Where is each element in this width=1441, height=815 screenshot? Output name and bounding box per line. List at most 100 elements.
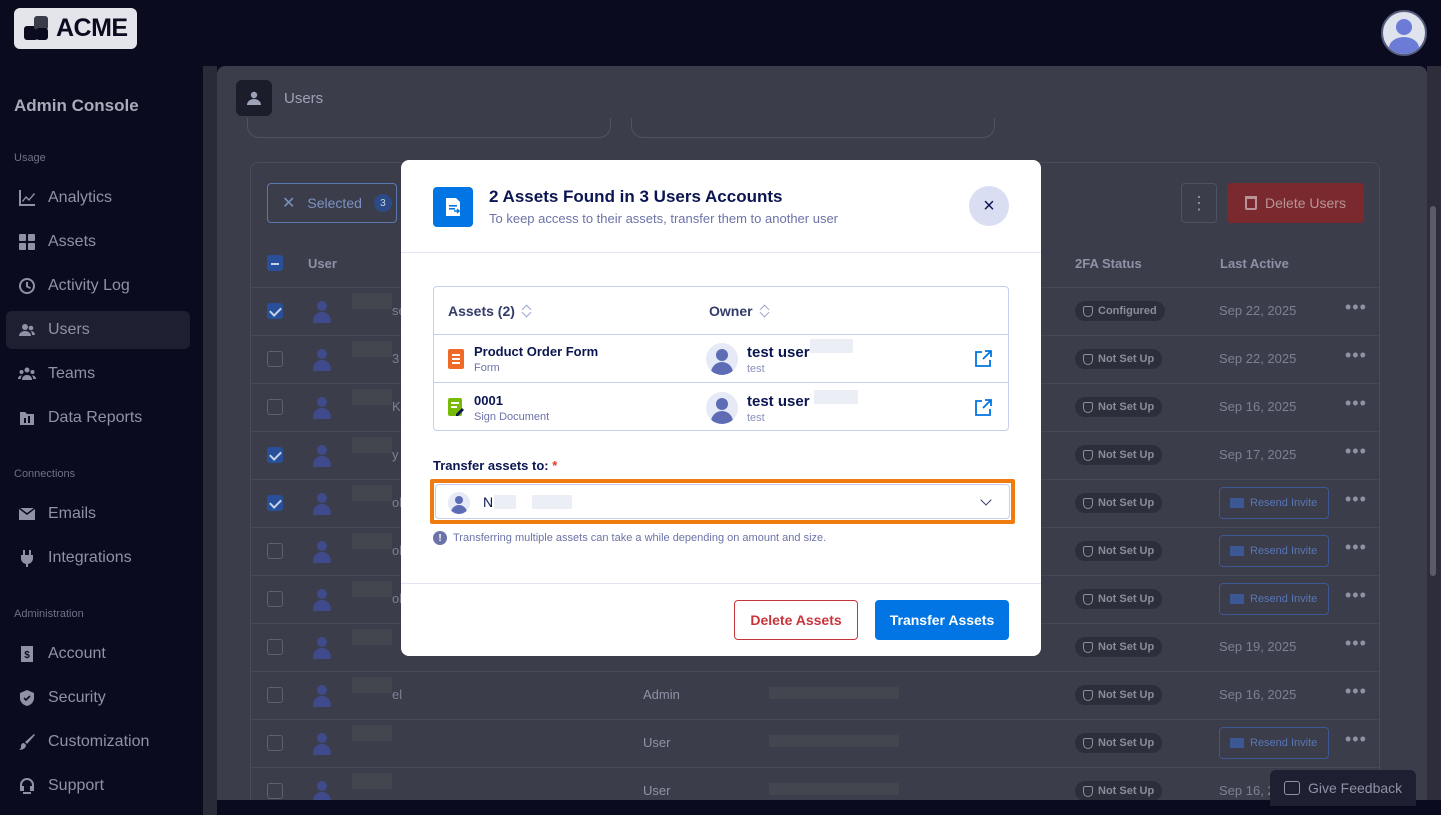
owner-avatar <box>706 392 738 424</box>
2fa-status-badge: Not Set Up <box>1075 589 1163 609</box>
acme-logo[interactable]: ACME <box>14 8 137 49</box>
sidebar-item-assets[interactable]: Assets <box>6 223 190 261</box>
sidebar-item-label: Account <box>48 645 106 662</box>
2fa-status-text: Not Set Up <box>1098 689 1155 701</box>
sidebar-item-security[interactable]: Security <box>6 679 190 717</box>
row-actions-button[interactable]: ••• <box>1345 441 1367 462</box>
row-actions-button[interactable]: ••• <box>1345 681 1367 702</box>
2fa-status-badge: Not Set Up <box>1075 493 1163 513</box>
row-actions-button[interactable]: ••• <box>1345 633 1367 654</box>
sidebar-title: Admin Console <box>14 96 139 115</box>
profile-avatar[interactable] <box>1381 10 1427 56</box>
filter-select[interactable] <box>631 118 995 138</box>
row-actions-button[interactable]: ••• <box>1345 345 1367 366</box>
sidebar-item-emails[interactable]: Emails <box>6 495 190 533</box>
clock-icon <box>19 278 35 294</box>
shield-icon <box>1083 785 1093 797</box>
give-feedback-button[interactable]: Give Feedback <box>1270 770 1416 806</box>
owner-username: test <box>747 412 765 424</box>
user-avatar <box>311 732 333 755</box>
users-icon <box>19 324 35 336</box>
selected-filter-button[interactable]: ✕ Selected 3 <box>267 183 397 223</box>
filter-input[interactable] <box>247 118 611 138</box>
sidebar-item-teams[interactable]: Teams <box>6 355 190 393</box>
scrollbar-thumb[interactable] <box>1430 206 1436 576</box>
transfer-label: Transfer assets to: * <box>433 458 557 473</box>
sidebar-item-customization[interactable]: Customization <box>6 723 190 761</box>
last-active-date: Sep 22, 2025 <box>1219 351 1297 366</box>
2fa-status-text: Not Set Up <box>1098 449 1155 461</box>
2fa-status-text: Not Set Up <box>1098 545 1155 557</box>
owner-column-header[interactable]: Owner <box>709 303 769 319</box>
row-checkbox[interactable] <box>267 351 283 367</box>
sidebar-scrollbar[interactable] <box>203 66 217 815</box>
row-actions-button[interactable]: ••• <box>1345 489 1367 510</box>
transfer-assets-button[interactable]: Transfer Assets <box>875 600 1009 640</box>
last-active-date: Sep 16, 2 <box>1219 783 1275 798</box>
delete-assets-button[interactable]: Delete Assets <box>734 600 858 640</box>
row-checkbox[interactable] <box>267 735 283 751</box>
row-actions-button[interactable]: ••• <box>1345 297 1367 318</box>
report-icon <box>20 412 34 425</box>
row-checkbox[interactable] <box>267 447 283 463</box>
select-all-checkbox[interactable] <box>267 255 283 271</box>
sidebar-section-connections: Connections <box>14 468 76 480</box>
row-checkbox[interactable] <box>267 495 283 511</box>
user-avatar <box>311 540 333 563</box>
sidebar-item-data-reports[interactable]: Data Reports <box>6 399 190 437</box>
2fa-status-text: Not Set Up <box>1098 401 1155 413</box>
row-checkbox[interactable] <box>267 303 283 319</box>
close-icon: ✕ <box>282 195 296 212</box>
shield-icon <box>1083 641 1093 653</box>
chevron-down-icon <box>980 494 992 506</box>
resend-invite-button[interactable]: Resend Invite <box>1219 535 1329 567</box>
row-checkbox[interactable] <box>267 591 283 607</box>
2fa-status-badge: Not Set Up <box>1075 685 1163 705</box>
main-scrollbar[interactable] <box>1427 66 1441 800</box>
user-avatar <box>311 300 333 323</box>
last-active-date: Sep 19, 2025 <box>1219 639 1297 654</box>
transfer-user-select[interactable]: N G <box>435 484 1010 519</box>
more-options-button[interactable]: ⋮ <box>1181 183 1217 223</box>
owner-name: test user <box>747 393 810 410</box>
modal-footer-divider <box>401 583 1041 584</box>
row-actions-button[interactable]: ••• <box>1345 393 1367 414</box>
owner-username: test <box>747 363 765 375</box>
selected-label: Selected <box>307 195 362 211</box>
row-checkbox[interactable] <box>267 783 283 799</box>
shield-icon <box>20 690 34 706</box>
resend-invite-button[interactable]: Resend Invite <box>1219 487 1329 519</box>
envelope-icon <box>1230 594 1244 604</box>
row-checkbox[interactable] <box>267 687 283 703</box>
open-external-icon[interactable] <box>974 399 992 417</box>
sidebar-item-account[interactable]: $ Account <box>6 635 190 673</box>
sidebar-item-label: Users <box>48 321 90 338</box>
row-checkbox[interactable] <box>267 399 283 415</box>
assets-column-header[interactable]: Assets (2) <box>448 303 531 319</box>
team-icon <box>18 367 36 380</box>
row-actions-button[interactable]: ••• <box>1345 729 1367 750</box>
sidebar-item-analytics[interactable]: Analytics <box>6 179 190 217</box>
user-avatar <box>311 396 333 419</box>
sidebar-item-activity-log[interactable]: Activity Log <box>6 267 190 305</box>
2fa-status-text: Not Set Up <box>1098 641 1155 653</box>
row-actions-button[interactable]: ••• <box>1345 585 1367 606</box>
column-header-last-active[interactable]: Last Active <box>1220 256 1289 271</box>
column-header-user[interactable]: User <box>308 256 337 271</box>
column-header-2fa[interactable]: 2FA Status <box>1075 256 1142 271</box>
open-external-icon[interactable] <box>974 350 992 368</box>
delete-users-button[interactable]: Delete Users <box>1227 183 1364 223</box>
resend-invite-button[interactable]: Resend Invite <box>1219 583 1329 615</box>
user-avatar <box>311 492 333 515</box>
sidebar-item-support[interactable]: Support <box>6 767 190 805</box>
sidebar-item-users[interactable]: Users <box>6 311 190 349</box>
resend-invite-button[interactable]: Resend Invite <box>1219 727 1329 759</box>
row-actions-button[interactable]: ••• <box>1345 537 1367 558</box>
svg-text:$: $ <box>24 650 30 661</box>
close-modal-button[interactable]: × <box>969 186 1009 226</box>
user-avatar <box>311 636 333 659</box>
row-checkbox[interactable] <box>267 543 283 559</box>
sidebar-item-integrations[interactable]: Integrations <box>6 539 190 577</box>
row-checkbox[interactable] <box>267 639 283 655</box>
sidebar-item-label: Assets <box>48 233 97 250</box>
